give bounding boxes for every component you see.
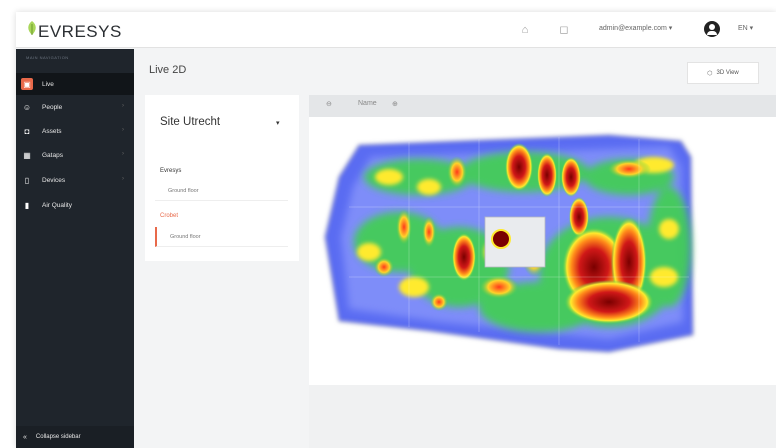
sidebar-item-air-quality[interactable]: ▮ Air Quality	[16, 194, 134, 216]
bell-icon[interactable]: ◻	[557, 23, 571, 37]
cube-icon: ⬡	[707, 70, 713, 77]
gateway-icon: ▦	[23, 150, 31, 160]
floor-item-crobet-ground[interactable]: Ground floor	[155, 227, 288, 247]
sidebar-item-label: Assets	[42, 127, 62, 135]
language-dropdown[interactable]: EN ▾	[738, 24, 753, 32]
collapse-sidebar-button[interactable]: « Collapse sidebar	[16, 426, 134, 448]
sidebar-item-people[interactable]: ☺ People ›	[16, 96, 134, 118]
collapse-sidebar-label: Collapse sidebar	[35, 434, 81, 440]
sidebar-item-assets[interactable]: ◘ Assets ›	[16, 120, 134, 142]
thermometer-icon: ▮	[24, 200, 30, 210]
assets-icon: ◘	[24, 126, 30, 136]
map-toolbar: ⊖ Name ⊕	[309, 95, 776, 117]
chevron-right-icon: ›	[122, 176, 124, 182]
map-footer-area	[309, 385, 776, 448]
site-selector[interactable]: Site Utrecht	[160, 116, 220, 128]
group-crobet[interactable]: Crobet	[160, 213, 178, 219]
sidebar-item-label: Devices	[42, 176, 66, 184]
sidebar-item-label: Air Quality	[42, 201, 72, 209]
sidebar-item-label: Live	[42, 80, 54, 88]
double-chevron-left-icon: «	[23, 433, 27, 441]
chevron-right-icon: ›	[122, 151, 124, 157]
3d-view-label: 3D View	[716, 70, 739, 76]
user-avatar-icon[interactable]	[704, 21, 720, 37]
chevron-right-icon: ›	[122, 103, 124, 109]
top-bar: EVRESYS ⌂ ◻ admin@example.com ▾ EN ▾	[16, 12, 776, 48]
group-evresys[interactable]: Evresys	[160, 168, 181, 174]
name-toggle[interactable]: Name	[358, 100, 377, 107]
sidebar-item-label: Gataps	[42, 151, 63, 159]
sidebar-item-label: People	[42, 103, 63, 111]
sidebar-item-gataps[interactable]: ▦ Gataps ›	[16, 144, 134, 166]
brand-logo[interactable]: EVRESYS	[26, 16, 122, 44]
sidebar: MAIN NAVIGATION ▣ Live ☺ People › ◘ Asse…	[16, 49, 134, 448]
logo-leaf-icon	[28, 21, 36, 35]
floorplan-heatmap[interactable]	[309, 117, 776, 385]
user-email-dropdown[interactable]: admin@example.com ▾	[599, 24, 672, 32]
sidebar-section-title: MAIN NAVIGATION	[26, 55, 69, 60]
people-icon: ☺	[22, 102, 32, 112]
live-icon: ▣	[21, 78, 33, 90]
chevron-right-icon: ›	[122, 127, 124, 133]
caret-down-icon[interactable]: ▾	[276, 119, 280, 127]
page-title: Live 2D	[149, 64, 187, 76]
sidebar-item-devices[interactable]: ▯ Devices ›	[16, 169, 134, 191]
3d-view-button[interactable]: ⬡ 3D View	[687, 62, 759, 84]
device-icon: ▯	[24, 175, 30, 185]
floor-item-evresys-ground[interactable]: Ground floor	[155, 181, 288, 201]
home-icon[interactable]: ⌂	[518, 23, 532, 37]
zoom-in-icon[interactable]: ⊕	[392, 100, 398, 108]
site-panel: Site Utrecht ▾ Evresys Ground floor Crob…	[145, 95, 299, 261]
app-window: EVRESYS ⌂ ◻ admin@example.com ▾ EN ▾ MAI…	[16, 12, 776, 448]
zoom-out-icon[interactable]: ⊖	[326, 100, 332, 108]
sidebar-item-live[interactable]: ▣ Live	[16, 73, 134, 95]
heatmap-canvas[interactable]	[309, 117, 776, 385]
brand-name: EVRESYS	[38, 22, 122, 41]
